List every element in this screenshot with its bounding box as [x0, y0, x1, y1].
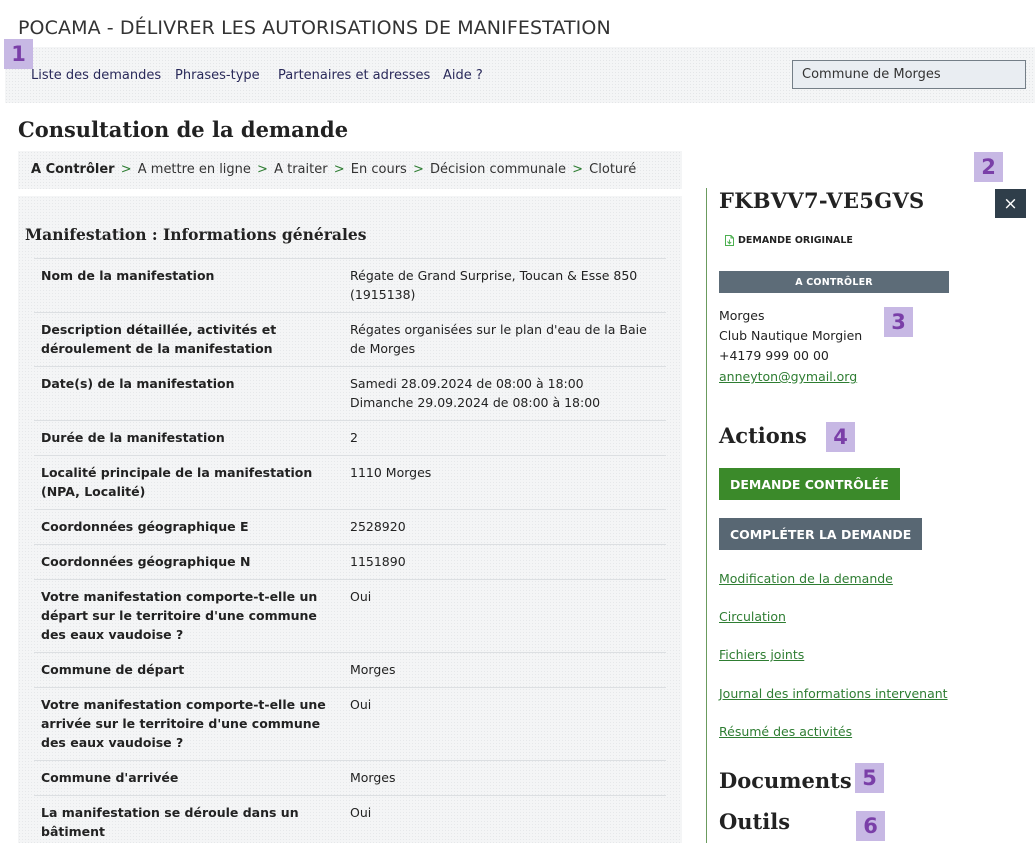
row-label: Durée de la manifestation	[41, 430, 225, 445]
actions-heading: Actions	[719, 423, 807, 448]
nav-item-partenaires-et-adresses[interactable]: Partenaires et adresses	[278, 68, 430, 83]
table-row: Durée de la manifestation 2	[34, 420, 666, 455]
table-row: Nom de la manifestation Régate de Grand S…	[34, 258, 666, 312]
breadcrumb-step: Cloturé	[589, 162, 637, 177]
original-demand-label: DEMANDE ORIGINALE	[738, 235, 853, 246]
nav-item-aide[interactable]: Aide ?	[443, 68, 483, 83]
top-navbar: Liste des demandes Phrases-type Partenai…	[5, 47, 1035, 103]
link-modification-demande[interactable]: Modification de la demande	[719, 571, 893, 586]
breadcrumb-separator: >	[120, 162, 132, 177]
row-value: 2528920	[350, 519, 406, 534]
breadcrumb-step: A mettre en ligne	[137, 162, 251, 177]
row-value: Oui	[350, 589, 372, 604]
sidebar-divider	[706, 188, 707, 843]
row-label: Date(s) de la manifestation	[41, 376, 235, 391]
link-fichiers-joints[interactable]: Fichiers joints	[719, 647, 804, 662]
breadcrumb-step: Décision communale	[430, 162, 566, 177]
row-label: Votre manifestation comporte-t-elle une …	[41, 697, 326, 750]
row-value: Morges	[350, 662, 396, 677]
row-label: La manifestation se déroule dans un bâti…	[41, 805, 299, 839]
table-row: Commune de départ Morges	[34, 652, 666, 687]
row-value: Samedi 28.09.2024 de 08:00 à 18:00 Diman…	[350, 376, 601, 410]
row-label: Description détaillée, activités et déro…	[41, 322, 277, 356]
info-table: Nom de la manifestation Régate de Grand S…	[34, 258, 666, 843]
marker-badge: 1	[4, 39, 33, 69]
demand-controlled-button[interactable]: DEMANDE CONTRÔLÉE	[719, 468, 900, 500]
app-title: POCAMA - DÉLIVRER LES AUTORISATIONS DE M…	[18, 17, 611, 39]
row-value: 2	[350, 430, 358, 445]
table-row: Description détaillée, activités et déro…	[34, 312, 666, 366]
table-row: Coordonnées géographique N 1151890	[34, 544, 666, 579]
row-label: Localité principale de la manifestation …	[41, 465, 313, 499]
commune-select[interactable]	[792, 60, 1026, 89]
status-breadcrumb: A Contrôler > A mettre en ligne > A trai…	[18, 151, 682, 189]
marker-badge: 6	[856, 811, 885, 841]
row-label: Commune de départ	[41, 662, 185, 677]
marker-badge: 5	[855, 763, 884, 793]
row-value: Morges	[350, 770, 396, 785]
row-value: Régate de Grand Surprise, Toucan & Esse …	[350, 268, 638, 302]
row-value: Oui	[350, 805, 372, 820]
contact-city: Morges	[719, 308, 765, 323]
marker-badge: 3	[884, 307, 913, 337]
section-title: Manifestation : Informations générales	[25, 225, 367, 244]
nav-item-liste-des-demandes[interactable]: Liste des demandes	[31, 68, 161, 83]
link-resume-activites[interactable]: Résumé des activités	[719, 724, 852, 739]
original-demand-link[interactable]: DEMANDE ORIGINALE	[725, 235, 853, 246]
breadcrumb-separator: >	[412, 162, 424, 177]
marker-badge: 4	[826, 422, 855, 452]
breadcrumb-separator: >	[572, 162, 584, 177]
marker-badge: 2	[974, 152, 1003, 182]
breadcrumb-current: A Contrôler	[31, 162, 115, 177]
row-value: Oui	[350, 697, 372, 712]
table-row: Votre manifestation comporte-t-elle un d…	[34, 579, 666, 652]
close-button[interactable]: ×	[995, 189, 1026, 218]
contact-phone: +4179 999 00 00	[719, 348, 829, 363]
details-panel: Manifestation : Informations générales N…	[18, 196, 682, 843]
row-label: Nom de la manifestation	[41, 268, 215, 283]
breadcrumb-step: En cours	[350, 162, 407, 177]
link-journal-informations[interactable]: Journal des informations intervenant	[719, 686, 948, 701]
documents-heading: Documents	[719, 768, 852, 793]
table-row: Coordonnées géographique E 2528920	[34, 509, 666, 544]
row-value: 1110 Morges	[350, 465, 432, 480]
status-badge: A CONTRÔLER	[719, 271, 949, 293]
page-title: Consultation de la demande	[18, 117, 349, 142]
table-row: La manifestation se déroule dans un bâti…	[34, 795, 666, 843]
breadcrumb-step: A traiter	[274, 162, 328, 177]
row-label: Coordonnées géographique E	[41, 519, 249, 534]
tools-heading: Outils	[719, 809, 791, 834]
row-label: Commune d'arrivée	[41, 770, 179, 785]
row-label: Coordonnées géographique N	[41, 554, 251, 569]
table-row: Localité principale de la manifestation …	[34, 455, 666, 509]
nav-item-phrases-type[interactable]: Phrases-type	[175, 68, 260, 83]
row-value: 1151890	[350, 554, 406, 569]
breadcrumb-separator: >	[257, 162, 268, 177]
complete-demand-button[interactable]: COMPLÉTER LA DEMANDE	[719, 518, 923, 550]
table-row: Votre manifestation comporte-t-elle une …	[34, 687, 666, 760]
table-row: Commune d'arrivée Morges	[34, 760, 666, 795]
demand-id: FKBVV7-VE5GVS	[719, 188, 925, 213]
breadcrumb-separator: >	[333, 162, 345, 177]
row-value: Régates organisées sur le plan d'eau de …	[350, 322, 647, 356]
link-circulation[interactable]: Circulation	[719, 609, 786, 624]
contact-organization: Club Nautique Morgien	[719, 328, 863, 343]
table-row: Date(s) de la manifestation Samedi 28.09.…	[34, 366, 666, 420]
document-icon	[725, 235, 734, 246]
contact-email-link[interactable]: anneyton@gymail.org	[719, 367, 857, 386]
row-label: Votre manifestation comporte-t-elle un d…	[41, 589, 318, 642]
